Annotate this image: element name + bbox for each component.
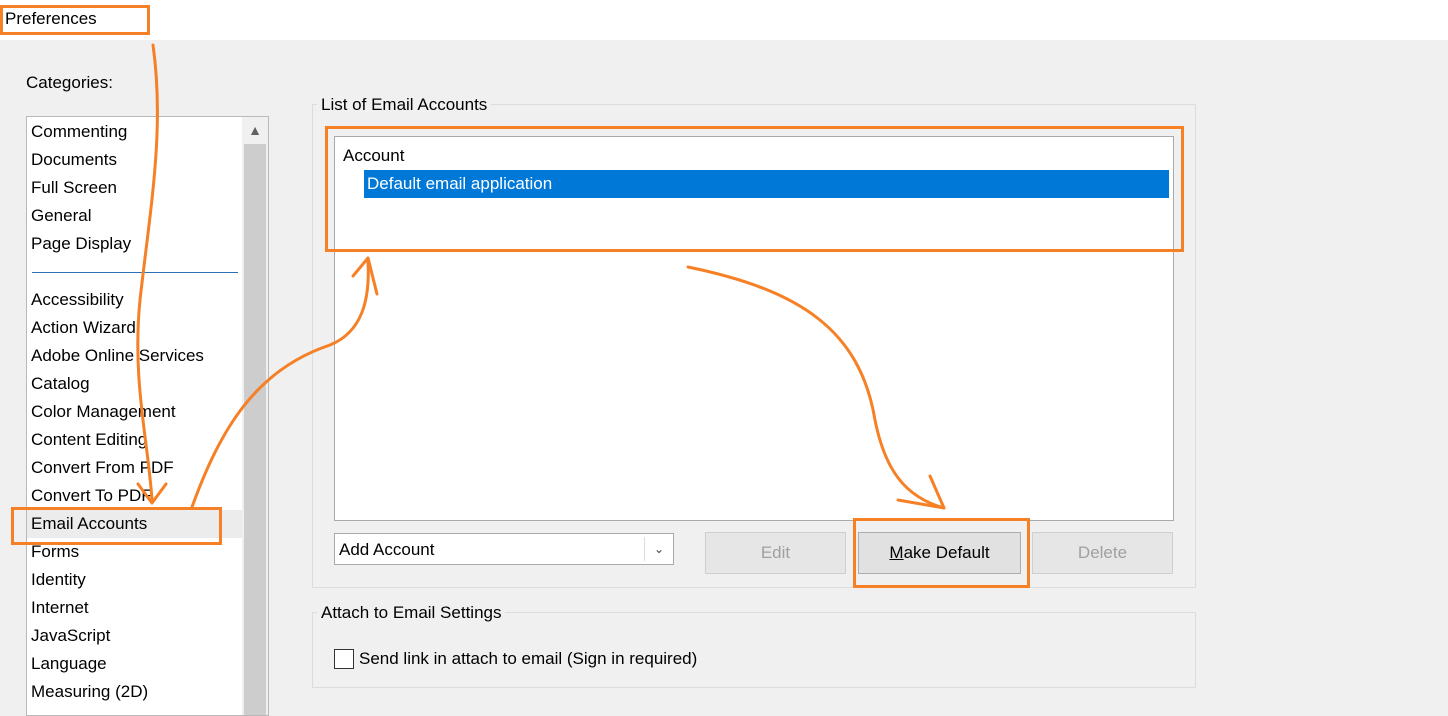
category-general[interactable]: General — [27, 202, 242, 230]
attach-settings-group-label: Attach to Email Settings — [317, 603, 506, 623]
category-full-screen[interactable]: Full Screen — [27, 174, 242, 202]
category-language[interactable]: Language — [27, 650, 242, 678]
add-account-value: Add Account — [339, 540, 435, 559]
window-title: Preferences — [5, 9, 97, 28]
category-email-accounts[interactable]: Email Accounts — [27, 510, 242, 538]
category-accessibility[interactable]: Accessibility — [27, 286, 242, 314]
add-account-dropdown[interactable]: Add Account ⌄ — [334, 533, 674, 565]
make-default-label: Make Default — [889, 543, 990, 562]
category-identity[interactable]: Identity — [27, 566, 242, 594]
category-measuring-2d[interactable]: Measuring (2D) — [27, 678, 242, 706]
account-column-header: Account — [343, 146, 405, 165]
account-row-default[interactable]: Default email application — [364, 170, 1169, 198]
title-bar: Preferences — [0, 0, 1448, 40]
category-commenting[interactable]: Commenting — [27, 118, 242, 146]
categories-label: Categories: — [26, 73, 113, 92]
scrollbar-thumb[interactable] — [244, 144, 266, 715]
categories-scrollbar[interactable]: ▲ — [242, 117, 268, 715]
chevron-down-icon[interactable]: ⌄ — [645, 534, 673, 564]
category-documents[interactable]: Documents — [27, 146, 242, 174]
category-action-wizard[interactable]: Action Wizard — [27, 314, 242, 342]
category-page-display[interactable]: Page Display — [27, 230, 242, 258]
send-link-label: Send link in attach to email (Sign in re… — [359, 649, 698, 668]
category-adobe-online-services[interactable]: Adobe Online Services — [27, 342, 242, 370]
category-convert-from-pdf[interactable]: Convert From PDF — [27, 454, 242, 482]
category-color-management[interactable]: Color Management — [27, 398, 242, 426]
scroll-up-icon[interactable]: ▲ — [242, 117, 268, 143]
mnemonic-letter: M — [889, 543, 904, 562]
send-link-checkbox[interactable] — [334, 649, 354, 669]
categories-items: Commenting Documents Full Screen General… — [27, 118, 242, 706]
category-separator — [27, 258, 242, 286]
make-default-button[interactable]: Make Default — [858, 532, 1021, 574]
email-accounts-list[interactable]: Account Default email application — [334, 136, 1174, 521]
category-internet[interactable]: Internet — [27, 594, 242, 622]
category-catalog[interactable]: Catalog — [27, 370, 242, 398]
category-forms[interactable]: Forms — [27, 538, 242, 566]
category-javascript[interactable]: JavaScript — [27, 622, 242, 650]
delete-button[interactable]: Delete — [1032, 532, 1173, 574]
categories-list[interactable]: Commenting Documents Full Screen General… — [26, 116, 269, 716]
category-content-editing[interactable]: Content Editing — [27, 426, 242, 454]
edit-button[interactable]: Edit — [705, 532, 846, 574]
email-accounts-group-label: List of Email Accounts — [317, 95, 492, 115]
category-convert-to-pdf[interactable]: Convert To PDF — [27, 482, 242, 510]
